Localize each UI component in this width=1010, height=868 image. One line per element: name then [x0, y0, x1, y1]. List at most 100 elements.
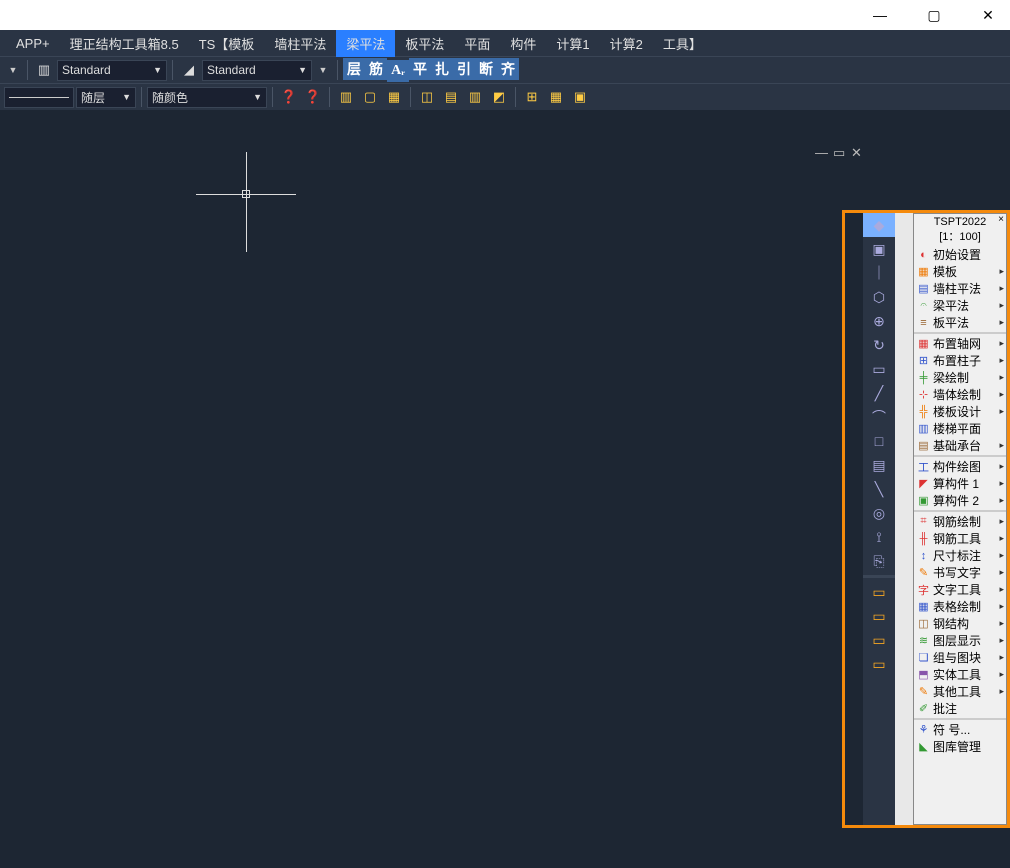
table-icon[interactable]: ▢	[359, 86, 381, 108]
style-icon[interactable]: ▥	[33, 59, 55, 81]
color-select[interactable]: 随颜色 ▼	[147, 87, 267, 108]
vert-tool-icon[interactable]: ｜	[863, 261, 895, 285]
command-item[interactable]: ◫钢结构▸	[914, 615, 1006, 632]
char-tool-icon[interactable]: 筋	[365, 58, 387, 80]
vert-tool-icon[interactable]: ⌒	[863, 405, 895, 429]
window-maximize[interactable]: ▢	[922, 3, 946, 27]
help1-icon[interactable]: ❓	[278, 86, 300, 108]
menu-item[interactable]: 墙柱平法	[264, 30, 336, 57]
tool-f-icon[interactable]: ▦	[545, 86, 567, 108]
drawing-canvas[interactable]	[0, 110, 875, 868]
viewport-maximize[interactable]: ▭	[833, 145, 847, 159]
linetype-sample[interactable]	[4, 87, 74, 108]
command-item[interactable]: ▥楼梯平面	[914, 420, 1006, 437]
command-item[interactable]: ⌗钢筋绘制▸	[914, 513, 1006, 530]
command-item[interactable]: ╬楼板设计▸	[914, 403, 1006, 420]
dimstyle-icon[interactable]: ◢	[178, 59, 200, 81]
command-item[interactable]: ◣图库管理	[914, 738, 1006, 755]
command-item[interactable]: ▦模板▸	[914, 263, 1006, 280]
grid-icon[interactable]: ▦	[383, 86, 405, 108]
command-item[interactable]: 𝄐梁平法▸	[914, 297, 1006, 314]
vert-tool-icon[interactable]: ⊕	[863, 309, 895, 333]
command-item[interactable]: ◐初始设置	[914, 246, 1006, 263]
command-item[interactable]: ⊹墙体绘制▸	[914, 386, 1006, 403]
vert-tool-icon[interactable]: ⎘	[863, 549, 895, 573]
chart-icon[interactable]: ▥	[335, 86, 357, 108]
vert-tool-icon[interactable]: ╲	[863, 477, 895, 501]
vert-tool-icon[interactable]: □	[863, 429, 895, 453]
viewport-close[interactable]: ✕	[851, 145, 865, 159]
menu-item[interactable]: 理正结构工具箱8.5	[60, 30, 189, 57]
vert-tool-icon[interactable]: ◎	[863, 501, 895, 525]
vert-tool-icon[interactable]: ▭	[863, 652, 895, 676]
menu-item[interactable]: 构件	[500, 30, 546, 57]
char-tool-icon[interactable]: 扎	[431, 58, 453, 80]
panel-close-icon[interactable]: ×	[998, 214, 1004, 225]
command-item[interactable]: ▦表格绘制▸	[914, 598, 1006, 615]
command-item[interactable]: ▦布置轴网▸	[914, 335, 1006, 352]
vert-tool-icon[interactable]: ↻	[863, 333, 895, 357]
command-item[interactable]: ✎书写文字▸	[914, 564, 1006, 581]
command-item[interactable]: ≡板平法▸	[914, 314, 1006, 331]
command-item[interactable]: 工构件绘图▸	[914, 458, 1006, 475]
menu-item[interactable]: 工具】	[653, 30, 712, 57]
vert-tool-icon[interactable]: ▣	[863, 237, 895, 261]
command-item[interactable]: 字文字工具▸	[914, 581, 1006, 598]
command-item[interactable]: ≋图层显示▸	[914, 632, 1006, 649]
command-item[interactable]: ╪梁绘制▸	[914, 369, 1006, 386]
tool-b-icon[interactable]: ▤	[440, 86, 462, 108]
tool-g-icon[interactable]: ▣	[569, 86, 591, 108]
command-item[interactable]: ↕尺寸标注▸	[914, 547, 1006, 564]
vert-tool-icon[interactable]: ▤	[863, 453, 895, 477]
window-close[interactable]: ✕	[976, 3, 1000, 27]
char-tool-icon[interactable]: 平	[409, 58, 431, 80]
textstyle-select[interactable]: Standard ▼	[57, 60, 167, 81]
vert-tool-icon[interactable]: ▭	[863, 628, 895, 652]
eraser-icon[interactable]: ◆	[863, 213, 895, 237]
command-item[interactable]: ▣算构件 2▸	[914, 492, 1006, 509]
char-tool-icon[interactable]: 齐	[497, 58, 519, 80]
char-tool-icon[interactable]: Aᵣ	[387, 60, 409, 82]
dimstyle-select[interactable]: Standard ▼	[202, 60, 312, 81]
menu-item[interactable]: 板平法	[395, 30, 454, 57]
char-tool-icon[interactable]: 层	[343, 58, 365, 80]
command-item[interactable]: ⊞布置柱子▸	[914, 352, 1006, 369]
command-item[interactable]: ⬒实体工具▸	[914, 666, 1006, 683]
tool-c-icon[interactable]: ▥	[464, 86, 486, 108]
command-item[interactable]: ╫钢筋工具▸	[914, 530, 1006, 547]
command-item[interactable]: ▤基础承台▸	[914, 437, 1006, 454]
vert-tool-icon[interactable]: ▭	[863, 604, 895, 628]
command-item[interactable]: ✐批注	[914, 700, 1006, 717]
vert-tool-icon[interactable]: ⬡	[863, 285, 895, 309]
command-item[interactable]: ◤算构件 1▸	[914, 475, 1006, 492]
tool-e-icon[interactable]: ⊞	[521, 86, 543, 108]
vert-tool-icon[interactable]: ▭	[863, 357, 895, 381]
command-label: 表格绘制	[933, 598, 981, 615]
command-item[interactable]: ▤墙柱平法▸	[914, 280, 1006, 297]
vert-tool-icon[interactable]: ▭	[863, 580, 895, 604]
dim-dropdown-arrow[interactable]: ▼	[314, 60, 332, 80]
menu-item[interactable]: 平面	[454, 30, 500, 57]
help2-icon[interactable]: ❓	[302, 86, 324, 108]
menu-item[interactable]: 计算1	[546, 30, 599, 57]
window-minimize[interactable]: —	[868, 3, 892, 27]
viewport-minimize[interactable]: —	[815, 145, 829, 159]
char-tool-icon[interactable]: 引	[453, 58, 475, 80]
vert-tool-icon[interactable]: ⟟	[863, 525, 895, 549]
command-item[interactable]: ✎其他工具▸	[914, 683, 1006, 700]
vert-tool-icon[interactable]: ╱	[863, 381, 895, 405]
command-label: 算构件 1	[933, 475, 979, 492]
menu-item[interactable]: APP+	[6, 32, 60, 55]
layer-select[interactable]: 随层 ▼	[76, 87, 136, 108]
tool-a-icon[interactable]: ◫	[416, 86, 438, 108]
command-icon: ╪	[916, 370, 931, 385]
menu-item[interactable]: 计算2	[600, 30, 653, 57]
layer-dropdown-arrow[interactable]: ▼	[4, 60, 22, 80]
command-label: 图层显示	[933, 632, 981, 649]
menu-item[interactable]: 梁平法	[336, 30, 395, 57]
menu-item[interactable]: TS【模板	[189, 30, 265, 57]
char-tool-icon[interactable]: 断	[475, 58, 497, 80]
command-item[interactable]: ⚘符 号...	[914, 721, 1006, 738]
tool-d-icon[interactable]: ◩	[488, 86, 510, 108]
command-item[interactable]: ❏组与图块▸	[914, 649, 1006, 666]
